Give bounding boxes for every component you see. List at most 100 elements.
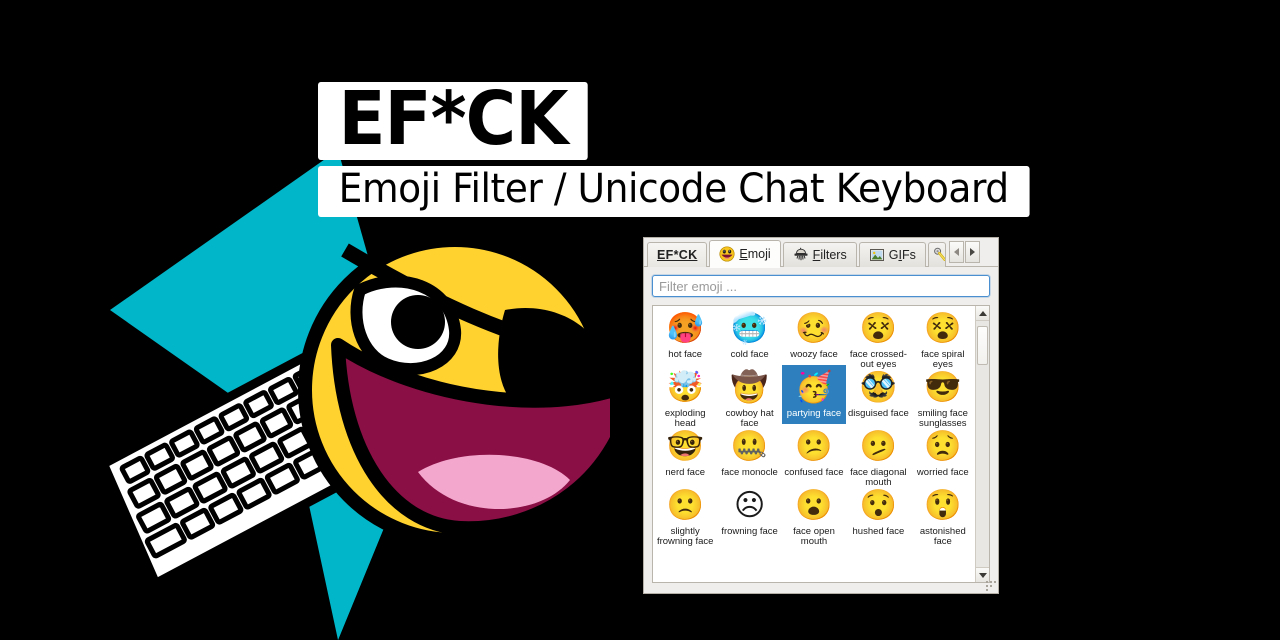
- emoji-glyph-icon: 🫤: [859, 430, 898, 463]
- emoji-cell[interactable]: 🤓 nerd face: [653, 424, 717, 483]
- tab-gifs[interactable]: GIFs: [858, 242, 926, 267]
- tab-efck[interactable]: EF*CK: [647, 242, 708, 267]
- tab-key-partial[interactable]: [927, 242, 946, 267]
- emoji-cell-label: face monocle: [721, 467, 778, 478]
- tab-strip: EF*CK Emoji Filters GIFs: [644, 238, 998, 268]
- emoji-cell-label: partying face: [786, 408, 842, 419]
- tab-gifs-label: GIFs: [889, 248, 916, 262]
- emoji-glyph-icon: 🙁: [666, 489, 704, 522]
- tab-emoji[interactable]: Emoji: [709, 240, 781, 268]
- emoji-cell-label: disguised face: [848, 408, 909, 419]
- emoji-grid-container: 🥵 hot face 🥶 cold face 🥴 woozy face 😵 face cros…: [652, 305, 990, 583]
- tab-efck-label: EF*CK: [657, 248, 698, 262]
- emoji-glyph-icon: 🤠: [730, 371, 769, 404]
- chevron-left-icon: [953, 248, 959, 256]
- emoji-glyph-icon: 😯: [859, 489, 898, 522]
- emoji-cell[interactable]: 😎 smiling face sunglasses: [911, 365, 975, 429]
- emoji-grid[interactable]: 🥵 hot face 🥶 cold face 🥴 woozy face 😵 face cros…: [653, 306, 975, 582]
- image-icon: [869, 249, 884, 261]
- banner-title-block: EF*CK Emoji Filter / Unicode Chat Keyboa…: [318, 82, 1088, 218]
- emoji-glyph-icon: 🥴: [795, 312, 833, 345]
- emoji-glyph-icon: 😎: [924, 371, 962, 404]
- tab-scroll-prev-button[interactable]: [948, 241, 964, 263]
- awesome-face-icon: [298, 233, 610, 547]
- emoji-panel-body: 🥵 hot face 🥶 cold face 🥴 woozy face 😵face cros…: [644, 267, 998, 593]
- emoji-glyph-icon: 😵: [859, 312, 898, 345]
- emoji-cell-label: woozy face: [790, 349, 838, 360]
- emoji-filter-input[interactable]: [652, 275, 990, 297]
- tab-filters-rest: ilters: [820, 248, 847, 262]
- tab-gifs-g: G: [888, 248, 899, 262]
- emoji-grid-scrollbar[interactable]: [975, 306, 989, 582]
- resize-grip-dot: [986, 589, 988, 591]
- emoji-cell[interactable]: 😵 face spiral eyes: [911, 306, 975, 370]
- chevron-right-icon: [969, 248, 975, 256]
- emoji-cell-label: frowning face: [721, 526, 778, 537]
- emoji-glyph-icon: ☹: [733, 489, 766, 522]
- emoji-cell-label: hushed face: [852, 526, 905, 537]
- emoji-cell[interactable]: 😟 worried face: [911, 424, 975, 483]
- resize-grip-dot: [990, 581, 992, 583]
- emoji-cell[interactable]: 😵 face crossed-out eyes: [846, 306, 910, 370]
- emoji-cell-label: nerd face: [665, 467, 705, 478]
- emoji-glyph-icon: 😲: [924, 489, 962, 522]
- emoji-cell-label: hot face: [668, 349, 703, 360]
- emoji-cell[interactable]: ☹ frowning face: [717, 483, 781, 542]
- resize-grip[interactable]: [983, 578, 996, 591]
- scroll-up-button[interactable]: [976, 306, 989, 321]
- emoji-glyph-icon: 🤐: [730, 430, 769, 463]
- emoji-cell[interactable]: 🥳 partying face: [781, 365, 847, 424]
- emoji-cell[interactable]: 🫤 face diagonal mouth: [846, 424, 910, 488]
- resize-grip-dot: [990, 585, 992, 587]
- emoji-cell[interactable]: 🥸 disguised face: [846, 365, 910, 424]
- emoji-cell[interactable]: 🥶 cold face: [717, 306, 781, 365]
- emoji-cell-label: confused face: [784, 467, 844, 478]
- strainer-funnel-icon: [794, 247, 808, 261]
- page-subtitle: Emoji Filter / Unicode Chat Keyboard: [318, 166, 1030, 218]
- tab-scroll-next-button[interactable]: [964, 241, 980, 263]
- emoji-cell-label: face open mouth: [793, 526, 835, 547]
- hero-banner: EF*CK Emoji Filter / Unicode Chat Keyboa…: [0, 0, 1280, 640]
- key-icon: [933, 247, 945, 261]
- emoji-cell[interactable]: 😲 astonished face: [911, 483, 975, 547]
- resize-grip-dot: [986, 581, 988, 583]
- emoji-keyboard-window: EF*CK Emoji Filters GIFs Filter emoji ..…: [643, 237, 999, 594]
- emoji-glyph-icon: 😕: [795, 430, 833, 463]
- emoji-cell[interactable]: 🤐 face monocle: [717, 424, 781, 483]
- emoji-cell[interactable]: 🥵 hot face: [653, 306, 717, 365]
- arrow-down-icon: [978, 572, 987, 578]
- emoji-glyph-icon: 😮: [795, 489, 833, 522]
- tab-filters[interactable]: Filters: [782, 242, 857, 267]
- page-title: EF*CK: [318, 82, 589, 161]
- tab-filters-label: Filters: [813, 248, 847, 262]
- tab-gifs-rest: Fs: [901, 248, 916, 262]
- emoji-glyph-icon: 😵: [924, 312, 962, 345]
- emoji-cell-label: astonished face: [919, 526, 966, 547]
- emoji-glyph-icon: 🥸: [859, 371, 898, 404]
- emoji-cell[interactable]: 😮 face open mouth: [782, 483, 846, 547]
- tab-emoji-label: Emoji: [739, 247, 770, 261]
- emoji-cell[interactable]: 🥴 woozy face: [782, 306, 846, 365]
- emoji-cell[interactable]: 🤯 exploding head: [653, 365, 717, 429]
- tab-emoji-rest: moji: [747, 247, 771, 261]
- emoji-cell[interactable]: 😯 hushed face: [846, 483, 910, 542]
- emoji-cell[interactable]: 🤠 cowboy hat face: [717, 365, 781, 429]
- emoji-glyph-icon: 🤯: [666, 371, 704, 404]
- tab-emoji-mnemonic: E: [739, 247, 748, 261]
- emoji-cell-label: slightly frowning face: [656, 526, 714, 547]
- emoji-glyph-icon: 🥶: [730, 312, 769, 345]
- emoji-glyph-icon: 😟: [924, 430, 962, 463]
- emoji-glyph-icon: 🥵: [666, 312, 704, 345]
- emoji-cell-label: worried face: [916, 467, 969, 478]
- arrow-up-icon: [978, 310, 987, 316]
- emoji-glyph-icon: 🤓: [666, 430, 704, 463]
- scrollbar-thumb[interactable]: [977, 325, 988, 366]
- emoji-cell-label: cold face: [730, 349, 769, 360]
- resize-grip-dot: [994, 581, 996, 583]
- scrollbar-track[interactable]: [976, 321, 989, 567]
- emoji-cell[interactable]: 🙁 slightly frowning face: [653, 483, 717, 547]
- tab-scroll-buttons: [948, 241, 980, 263]
- emoji-glyph-icon: 🥳: [795, 371, 833, 404]
- emoji-cell[interactable]: 😕 confused face: [782, 424, 846, 483]
- resize-grip-dot: [986, 585, 988, 587]
